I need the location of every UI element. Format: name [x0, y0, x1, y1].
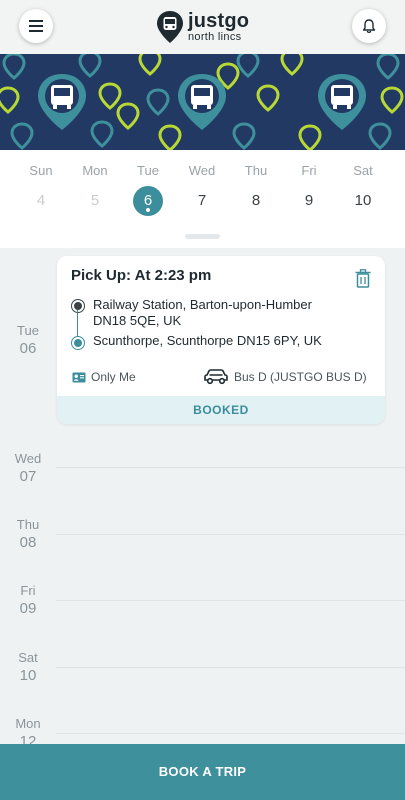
week-day-number: 8: [251, 192, 261, 209]
dropoff-address: Scunthorpe, Scunthorpe DN15 6PY, UK: [93, 333, 322, 348]
trip-card[interactable]: Pick Up: At 2:23 pm Railway Station, Bar…: [57, 256, 385, 424]
app-header: justgo north lincs: [0, 0, 405, 54]
bus-pin-logo-icon: [157, 11, 183, 43]
agenda-day-tue: Tue 06: [0, 323, 56, 357]
week-strip: Sun 4 Mon 5 Tue 6 Wed 7 Thu 8 Fri 9 Sat …: [0, 150, 405, 248]
week-day-number: 5: [90, 192, 100, 209]
agenda-day-number: 09: [19, 600, 37, 617]
agenda-day-fri: Fri 09: [0, 583, 56, 617]
week-day-number: 7: [197, 192, 207, 209]
passengers-info: Only Me: [72, 370, 136, 384]
agenda-day-name: Tue: [17, 323, 39, 338]
logo-subtitle: north lincs: [188, 31, 242, 43]
trash-icon[interactable]: [355, 269, 371, 288]
agenda-day-thu: Thu 08: [0, 517, 56, 551]
week-day-number: 4: [36, 192, 46, 209]
agenda-day-name: Wed: [14, 451, 42, 466]
agenda-list[interactable]: Tue 06 Pick Up: At 2:23 pm Railway Stati…: [0, 248, 405, 744]
week-day-name: Fri: [301, 163, 317, 178]
passengers-label: Only Me: [91, 370, 136, 384]
vehicle-info: Bus D (JUSTGO BUS D): [203, 368, 367, 386]
agenda-day-number: 07: [19, 468, 37, 485]
menu-button[interactable]: [19, 9, 53, 43]
pickup-address: Railway Station, Barton-upon-Humber DN18…: [93, 297, 353, 329]
notifications-button[interactable]: [352, 9, 386, 43]
week-day-name: Sat: [353, 163, 373, 178]
book-trip-button[interactable]: BOOK A TRIP: [0, 744, 405, 800]
agenda-divider: [56, 733, 405, 734]
agenda-day-mon: Mon 12: [0, 716, 56, 744]
pickup-address-line2: DN18 5QE, UK: [93, 313, 182, 328]
drag-handle[interactable]: [185, 234, 220, 239]
agenda-day-number: 08: [19, 534, 37, 551]
agenda-divider: [56, 467, 405, 468]
week-day-name: Tue: [137, 163, 159, 178]
week-day-number: 9: [304, 192, 314, 209]
bell-icon: [362, 18, 376, 33]
agenda-divider: [56, 534, 405, 535]
week-day-name: Wed: [188, 163, 216, 178]
vehicle-label: Bus D (JUSTGO BUS D): [234, 370, 367, 384]
agenda-day-name: Fri: [20, 583, 36, 598]
agenda-day-name: Thu: [16, 517, 40, 532]
agenda-day-sat: Sat 10: [0, 650, 56, 684]
destination-marker: [72, 337, 84, 349]
agenda-day-wed: Wed 07: [0, 451, 56, 485]
agenda-divider: [56, 600, 405, 601]
agenda-day-name: Mon: [15, 716, 41, 731]
app-logo: justgo north lincs: [156, 10, 249, 44]
agenda-day-number: 06: [19, 340, 37, 357]
trip-status-badge: BOOKED: [57, 396, 385, 424]
agenda-divider: [56, 667, 405, 668]
pickup-time: Pick Up: At 2:23 pm: [71, 267, 212, 284]
logo-wordmark: justgo: [188, 10, 250, 32]
week-day-name: Thu: [244, 163, 268, 178]
week-day-name: Sun: [29, 163, 53, 178]
week-day-number: 10: [354, 192, 372, 209]
hero-banner: [0, 54, 405, 150]
id-card-icon: [72, 372, 86, 382]
hamburger-menu-icon: [29, 20, 43, 32]
week-day-name: Mon: [82, 163, 108, 178]
route-line: [77, 310, 78, 338]
bus-pin-pattern: [0, 54, 404, 150]
agenda-day-name: Sat: [18, 650, 38, 665]
origin-marker: [72, 300, 84, 312]
agenda-day-number: 12: [19, 733, 37, 744]
pickup-address-line1: Railway Station, Barton-upon-Humber: [93, 297, 312, 312]
trip-indicator-dot: [146, 208, 150, 212]
agenda-day-number: 10: [19, 667, 37, 684]
car-icon: [204, 369, 228, 385]
